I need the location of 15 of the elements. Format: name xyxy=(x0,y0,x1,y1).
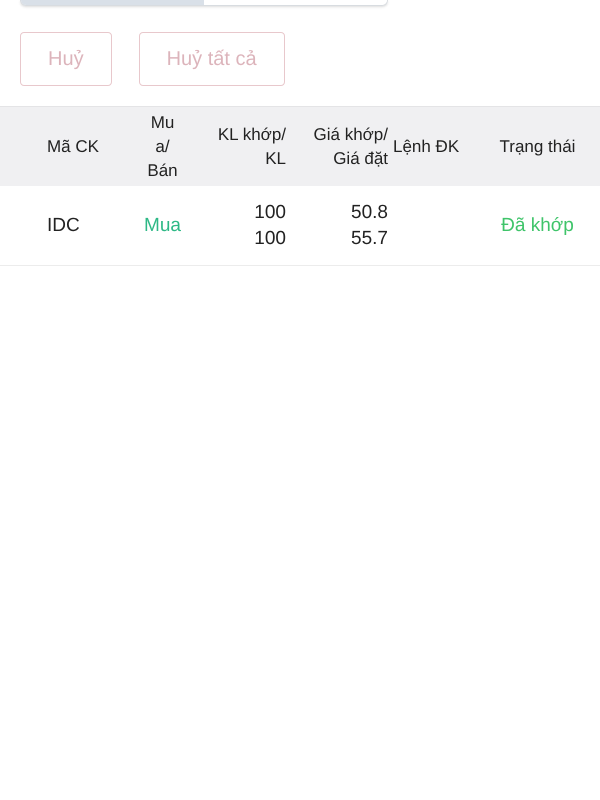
table-cell-text: IDC xyxy=(46,214,81,238)
table-cell-text: Đã khớp xyxy=(500,214,575,238)
column-header: KL khớp/ KL xyxy=(216,124,287,170)
column-header: Lệnh ĐK xyxy=(392,136,460,158)
table-cell-text: 55.7 xyxy=(351,226,388,250)
table-cell-text: Mua xyxy=(143,214,182,238)
table-cell-text: 50.8 xyxy=(351,200,388,224)
table-cell-text: 100 xyxy=(254,200,286,224)
segment-tab[interactable] xyxy=(21,0,204,5)
column-header: Trạng thái xyxy=(498,136,576,158)
table-cell-text: 100 xyxy=(254,226,286,250)
column-header: Mã CK xyxy=(46,136,100,158)
column-header: Giá khớp/ Giá đặt xyxy=(312,124,389,170)
segment-tab[interactable] xyxy=(204,0,387,5)
column-header: Mu a/ Bán xyxy=(146,112,179,182)
